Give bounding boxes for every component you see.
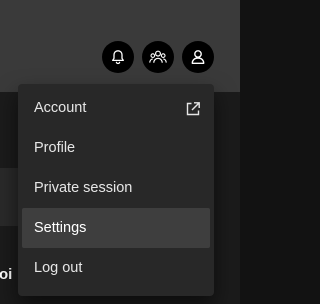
friend-activity-button[interactable] — [142, 41, 174, 73]
external-link-icon — [186, 102, 200, 116]
bell-icon — [112, 50, 124, 65]
menu-item-account[interactable]: Account — [22, 88, 210, 128]
menu-item-settings[interactable]: Settings — [22, 208, 210, 248]
user-dropdown-menu: Account Profile Private session Settings… — [18, 84, 214, 296]
background-partial-text: oi — [0, 266, 13, 283]
menu-item-label: Settings — [34, 220, 87, 236]
menu-item-profile[interactable]: Profile — [22, 128, 210, 168]
friends-icon — [149, 50, 167, 63]
user-icon — [191, 50, 205, 64]
menu-item-label: Private session — [34, 180, 133, 196]
menu-item-label: Profile — [34, 140, 76, 156]
menu-item-label: Log out — [34, 260, 83, 276]
user-menu-button[interactable] — [182, 41, 214, 73]
menu-item-label: Account — [34, 100, 87, 116]
menu-item-log-out[interactable]: Log out — [22, 248, 210, 288]
menu-item-private-session[interactable]: Private session — [22, 168, 210, 208]
notifications-button[interactable] — [102, 41, 134, 73]
